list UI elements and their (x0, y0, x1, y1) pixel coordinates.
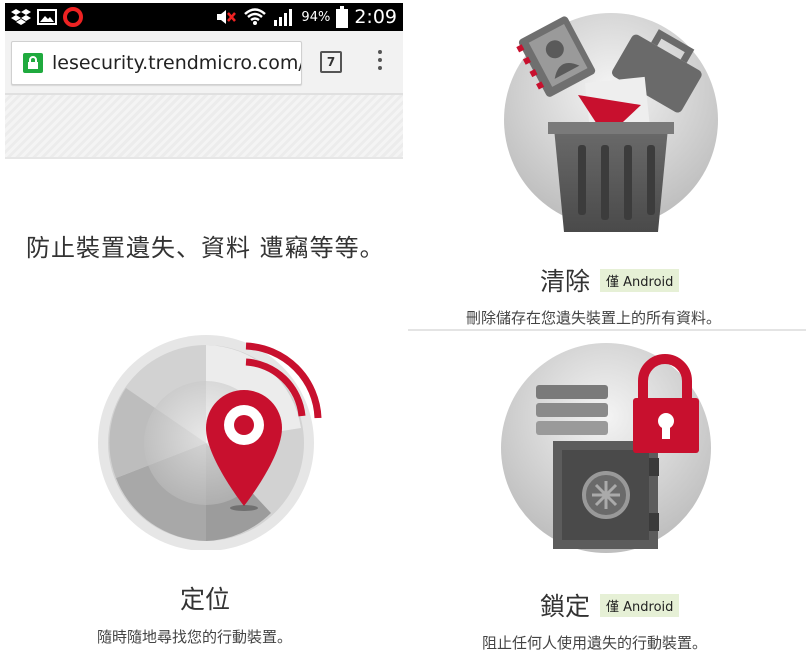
page-headline: 防止裝置遺失、資料 遭竊等等。 (26, 234, 385, 262)
browser-toolbar: lesecurity.trendmicro.com/l 7 (5, 31, 403, 93)
lock-icon (23, 53, 43, 73)
tab-switcher-button[interactable]: 7 (320, 51, 342, 73)
android-only-badge: 僅 Android (600, 268, 680, 292)
feature-locate-description: 隨時隨地尋找您的行動裝置。 (97, 628, 293, 646)
muted-speaker-icon (217, 10, 237, 24)
feature-lock-description: 阻止任何人使用遺失的行動裝置。 (482, 634, 708, 652)
locate-pin-icon (98, 335, 322, 550)
lock-safe-icon (501, 343, 711, 553)
overflow-menu-icon[interactable] (377, 50, 383, 74)
feature-lock-title: 鎖定 (540, 592, 591, 621)
feature-locate-title: 定位 (180, 585, 231, 614)
wipe-trash-icon (504, 13, 718, 232)
url-text[interactable]: lesecurity.trendmicro.com/l (52, 52, 301, 74)
feature-lock: 鎖定 僅 Android 阻止任何人使用遺失的行動裝置。 (408, 335, 806, 666)
battery-percent: 94% (301, 9, 331, 25)
status-bar: 94% 2:09 (5, 3, 403, 31)
wifi-icon (244, 8, 267, 25)
address-bar[interactable]: lesecurity.trendmicro.com/l (11, 41, 302, 85)
android-only-badge: 僅 Android (600, 593, 680, 617)
battery-icon (336, 6, 349, 28)
page-banner-strip (5, 93, 403, 159)
opera-icon (63, 7, 83, 27)
feature-wipe-title: 清除 (540, 267, 591, 296)
feature-locate: 定位 隨時隨地尋找您的行動裝置。 (0, 320, 405, 666)
feature-wipe-description: 刪除儲存在您遺失裝置上的所有資料。 (466, 309, 722, 327)
signal-icon (274, 9, 293, 26)
section-divider (408, 329, 806, 331)
feature-wipe: 清除 僅 Android 刪除儲存在您遺失裝置上的所有資料。 (408, 0, 806, 330)
dropbox-icon (11, 9, 31, 25)
gallery-icon (37, 9, 57, 25)
clock: 2:09 (354, 6, 397, 28)
